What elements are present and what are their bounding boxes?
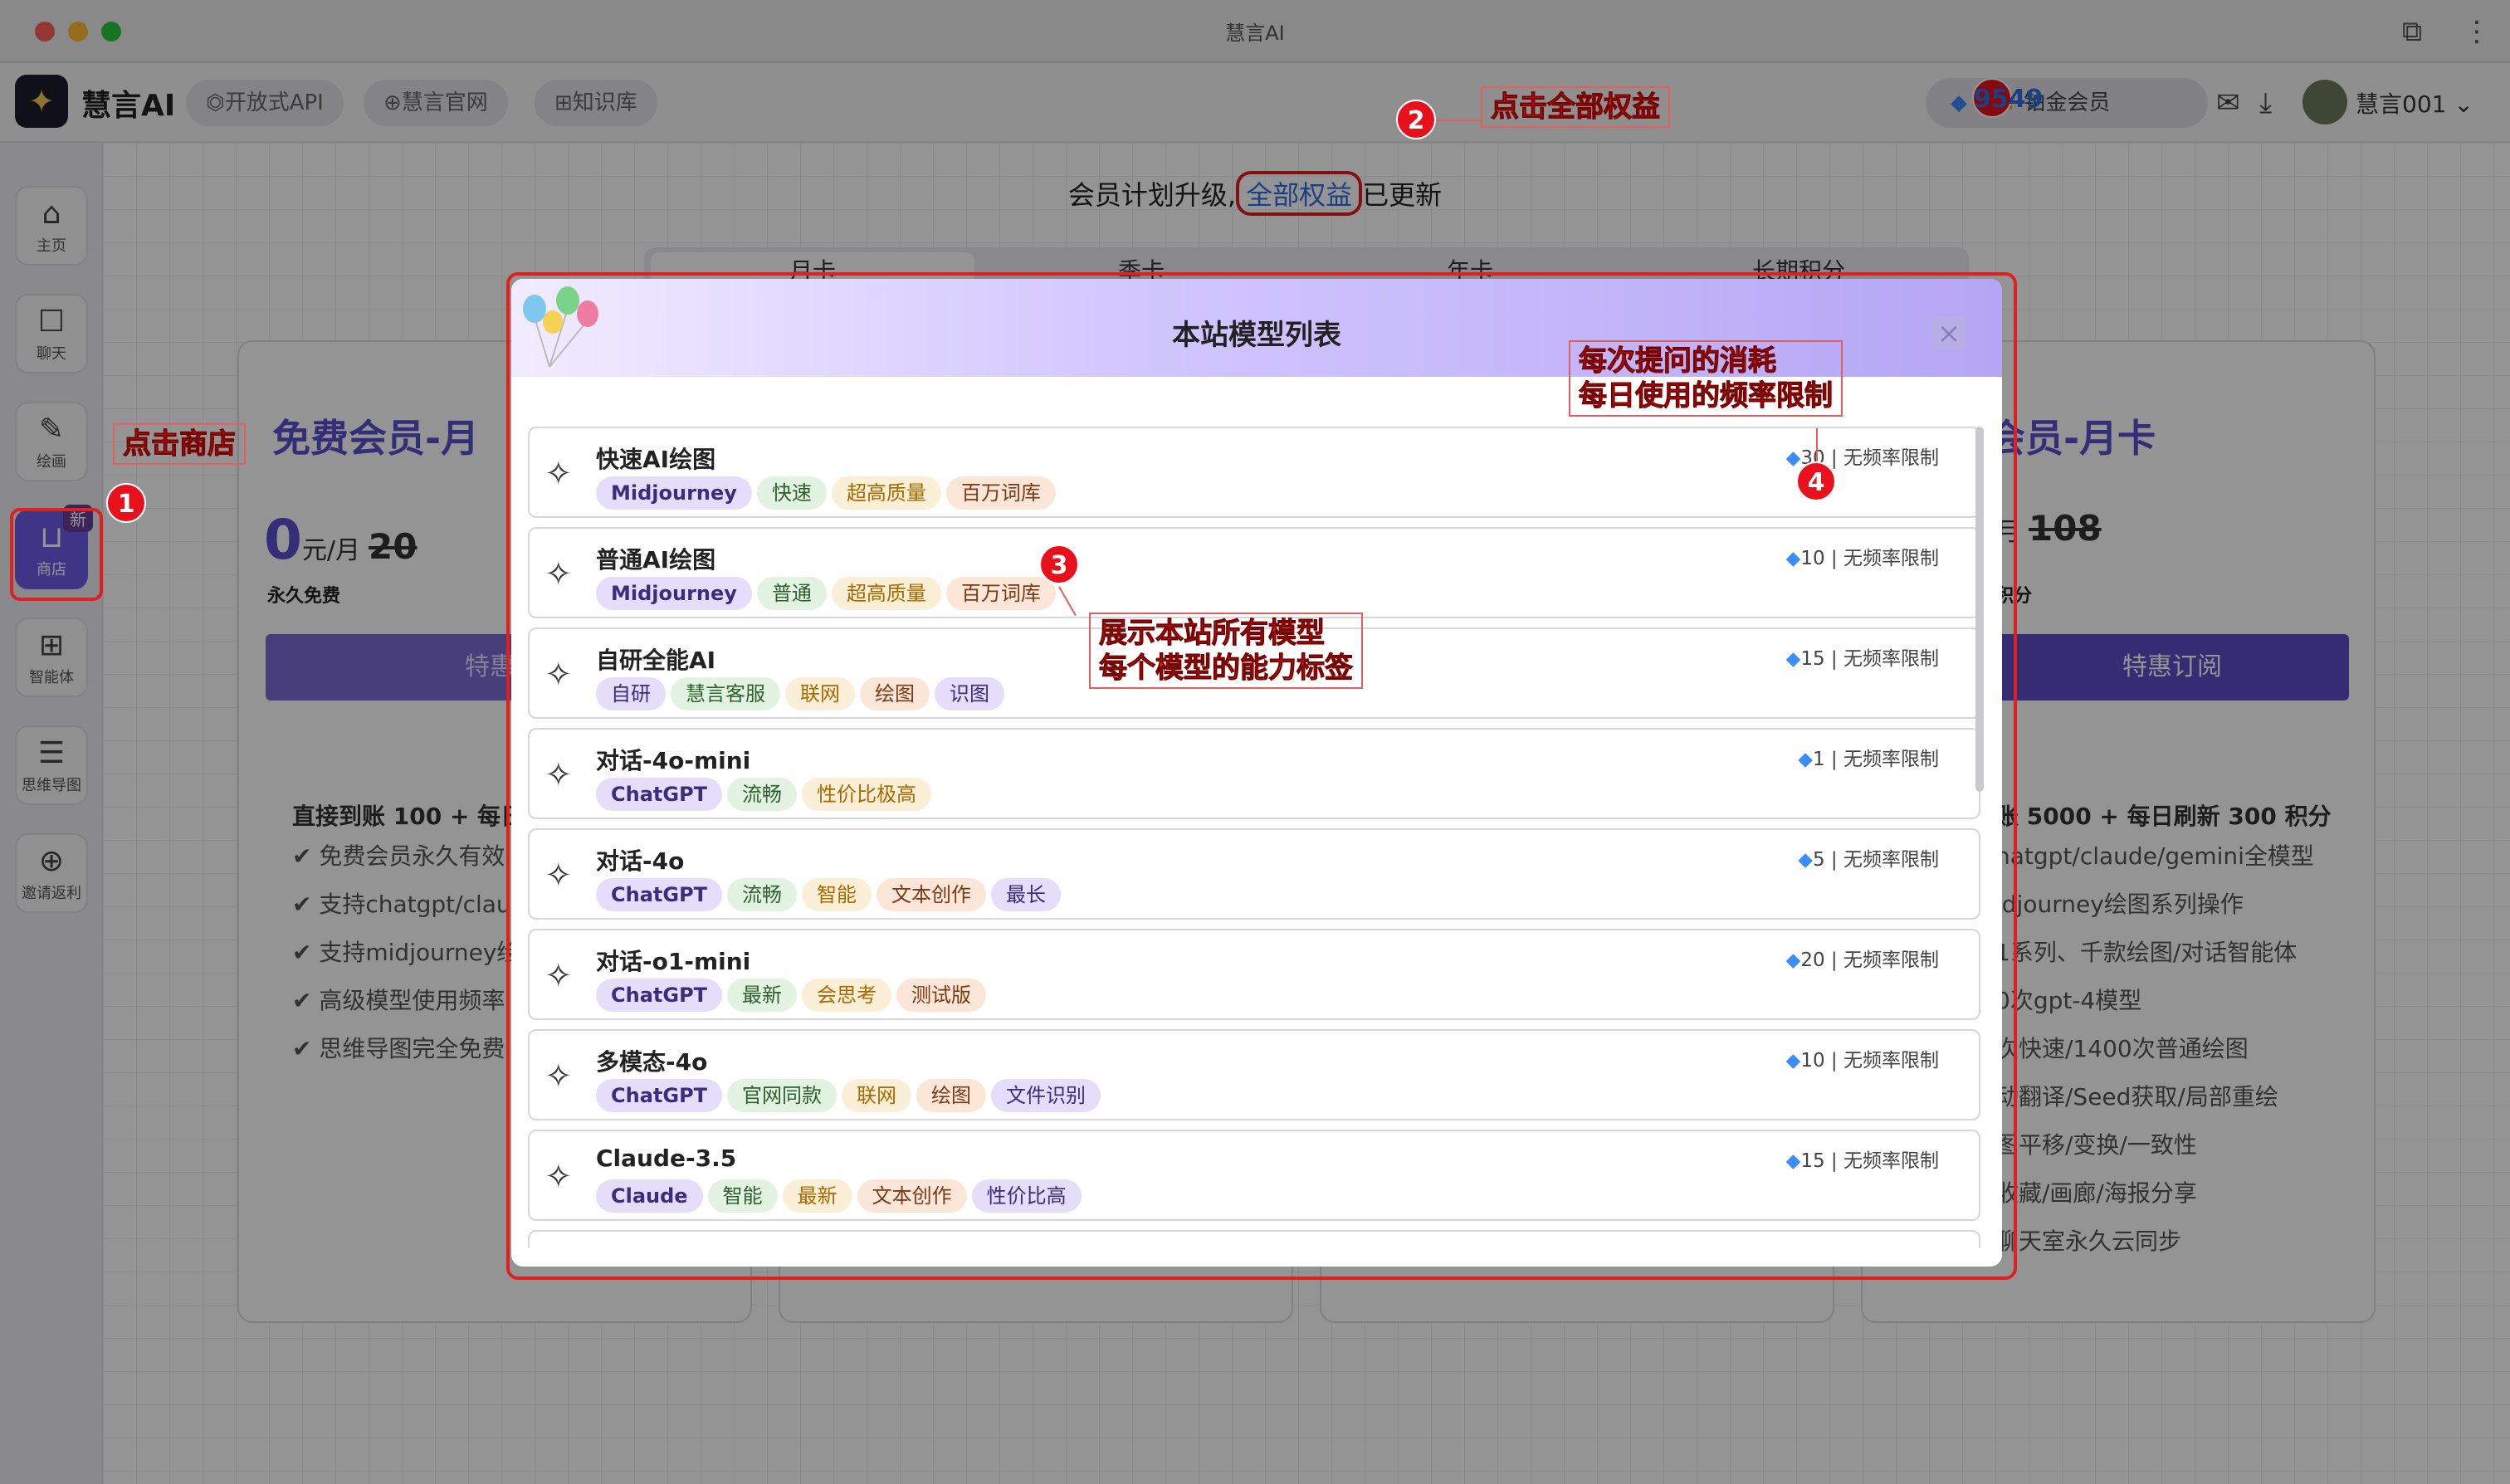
annotation-label-4: 每次提问的消耗 每日使用的频率限制 xyxy=(1569,340,1843,417)
annotation-line-2 xyxy=(1436,120,1482,121)
app-window: 慧言AI ⧉ ⋮ ✦ 慧言AI ⏣开放式API ⊕慧言官网 ⊞知识库 ◆ 9549… xyxy=(0,0,2510,1484)
annotation-label-3: 展示本站所有模型 每个模型的能力标签 xyxy=(1089,613,1363,689)
annotation-number-2: 2 xyxy=(1396,100,1436,139)
annotation-number-1: 1 xyxy=(106,483,146,523)
annotation-line-4 xyxy=(1816,428,1818,461)
annotation-label-2: 点击全部权益 xyxy=(1481,86,1670,128)
annotation-line: 每个模型的能力标签 xyxy=(1099,652,1354,686)
annotation-number-4: 4 xyxy=(1796,461,1836,501)
annotation-label-1: 点击商店 xyxy=(113,423,246,465)
annotation-modal-frame xyxy=(506,272,2017,1280)
annotation-line: 每日使用的频率限制 xyxy=(1579,379,1834,413)
annotation-number-3: 3 xyxy=(1039,544,1079,584)
annotation-line: 每次提问的消耗 xyxy=(1579,344,1777,378)
annotation-line: 展示本站所有模型 xyxy=(1099,617,1326,651)
annotation-shop-highlight xyxy=(10,508,103,601)
